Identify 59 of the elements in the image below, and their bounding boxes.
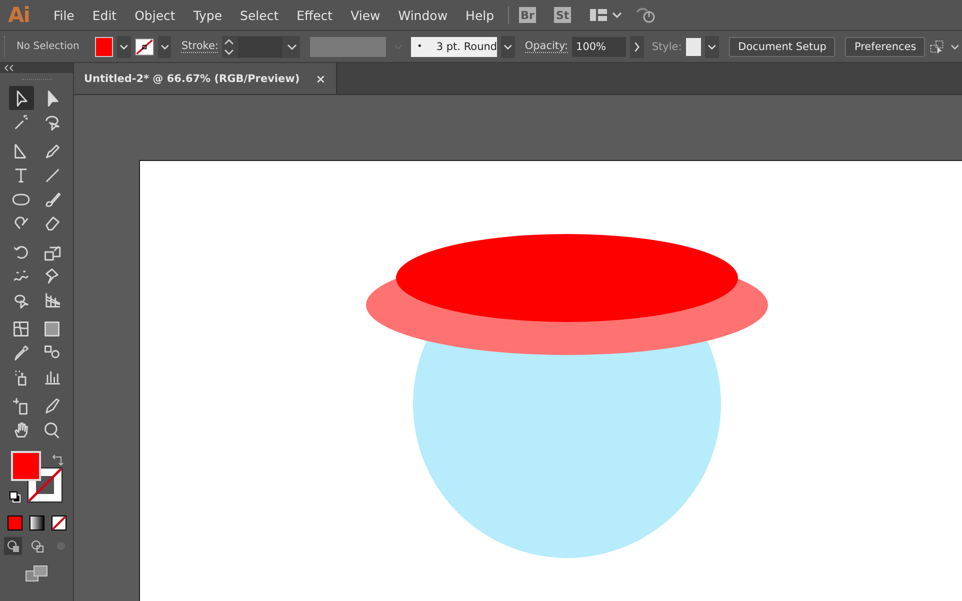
chevron-down-icon[interactable] xyxy=(158,36,172,58)
scale-icon xyxy=(43,243,61,261)
chevron-right-icon[interactable] xyxy=(630,36,644,58)
document-tab[interactable]: Untitled-2* @ 66.67% (RGB/Preview) × xyxy=(74,63,337,94)
stroke-weight-field[interactable] xyxy=(222,36,300,58)
magic-wand-icon xyxy=(12,113,30,131)
menu-item[interactable]: Help xyxy=(458,8,504,22)
menu-item[interactable]: Type xyxy=(185,8,232,22)
stroke-label[interactable]: Stroke: xyxy=(181,40,218,53)
pin-icon xyxy=(43,267,61,285)
bridge-button[interactable]: Br xyxy=(519,7,536,23)
swap-arrows-icon[interactable] xyxy=(50,453,64,467)
app-logo: Ai xyxy=(8,3,30,27)
brush-definition-dropdown[interactable]: • 3 pt. Round xyxy=(411,36,498,56)
up-down-arrows-icon[interactable] xyxy=(222,36,236,56)
toolbar-button[interactable]: Preferences xyxy=(845,36,926,56)
lasso-icon xyxy=(43,113,61,131)
menu-item[interactable]: File xyxy=(45,8,84,22)
mesh-icon xyxy=(12,320,30,338)
screen-mode-icon[interactable] xyxy=(24,565,48,583)
fill-color-swatch[interactable] xyxy=(10,451,40,481)
hand-icon xyxy=(12,421,30,439)
draw-normal-icon[interactable] xyxy=(4,537,22,555)
select-tool[interactable] xyxy=(8,86,34,110)
line-icon xyxy=(43,166,61,184)
opacity-label[interactable]: Opacity: xyxy=(524,40,568,53)
fill-swatch[interactable] xyxy=(95,36,113,56)
zoom-icon xyxy=(43,421,61,439)
menu-item[interactable]: Select xyxy=(232,8,289,22)
default-colors-icon[interactable] xyxy=(8,491,20,503)
selection-status: No Selection xyxy=(16,41,80,52)
pen-icon xyxy=(43,142,61,160)
style-label: Style: xyxy=(652,40,682,52)
chevron-down-icon[interactable] xyxy=(705,36,720,58)
opacity-field[interactable]: 100% xyxy=(572,36,626,56)
menu-item[interactable]: View xyxy=(342,8,390,22)
graphic-style-swatch[interactable] xyxy=(686,38,702,56)
power-icon[interactable] xyxy=(635,6,658,24)
brush-icon xyxy=(43,190,61,208)
menu-item[interactable]: Edit xyxy=(84,8,127,22)
artboard-icon xyxy=(12,397,30,415)
collapse-icon[interactable] xyxy=(4,65,14,71)
stroke-none-swatch[interactable] xyxy=(134,36,154,56)
chevron-down-icon[interactable] xyxy=(116,36,131,58)
stock-button[interactable]: St xyxy=(554,7,572,23)
workspace-layout-icon[interactable] xyxy=(589,7,624,23)
toolbar-button[interactable]: Document Setup xyxy=(729,36,836,56)
eraser-icon xyxy=(43,214,61,232)
menu-item[interactable]: Window xyxy=(390,8,458,22)
gradient-mode-icon[interactable] xyxy=(28,515,44,531)
eyedropper-icon xyxy=(12,344,30,362)
chevron-down-icon[interactable] xyxy=(501,36,515,58)
knife-icon xyxy=(43,397,61,415)
color-mode-icon[interactable] xyxy=(6,515,22,531)
gradient-icon xyxy=(43,320,61,338)
rotate-icon xyxy=(12,243,30,261)
menu-item[interactable]: Object xyxy=(126,8,186,22)
menu-item[interactable]: Effect xyxy=(288,8,343,22)
none-mode-icon[interactable] xyxy=(50,515,66,531)
